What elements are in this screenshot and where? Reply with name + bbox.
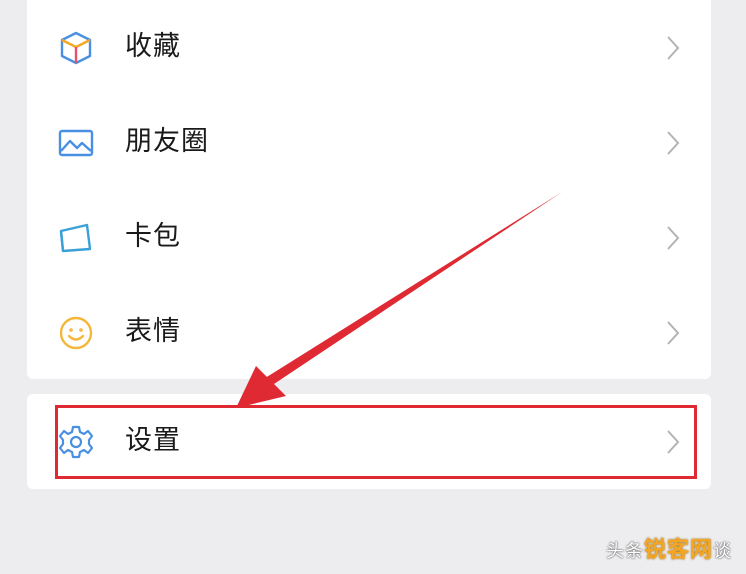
- menu-item-label: 收藏: [125, 31, 181, 62]
- chevron-right-icon: [665, 128, 681, 158]
- card-wallet-icon: [57, 219, 95, 257]
- chevron-right-icon: [665, 33, 681, 63]
- menu-item-label: 朋友圈: [125, 126, 209, 157]
- menu-item-moments[interactable]: 朋友圈: [27, 95, 711, 190]
- menu-item-stickers[interactable]: 表情: [27, 285, 711, 380]
- menu-item-label: 卡包: [125, 221, 181, 252]
- moments-picture-icon: [57, 124, 95, 162]
- menu-item-label: 表情: [125, 316, 181, 347]
- sticker-smiley-icon: [57, 314, 95, 352]
- favorites-cube-icon: [57, 29, 95, 67]
- settings-highlight-box: [55, 405, 697, 479]
- watermark-prefix: 头条: [605, 541, 644, 562]
- watermark: 头条锐客网谈: [606, 532, 732, 564]
- watermark-suffix: 谈: [713, 541, 732, 562]
- menu-card: 收藏 朋友圈 卡包 表情: [27, 0, 711, 379]
- menu-item-card-wallet[interactable]: 卡包: [27, 190, 711, 285]
- chevron-right-icon: [665, 223, 681, 253]
- watermark-brand: 锐客网: [643, 538, 713, 563]
- chevron-right-icon: [665, 318, 681, 348]
- menu-item-favorites[interactable]: 收藏: [27, 0, 711, 95]
